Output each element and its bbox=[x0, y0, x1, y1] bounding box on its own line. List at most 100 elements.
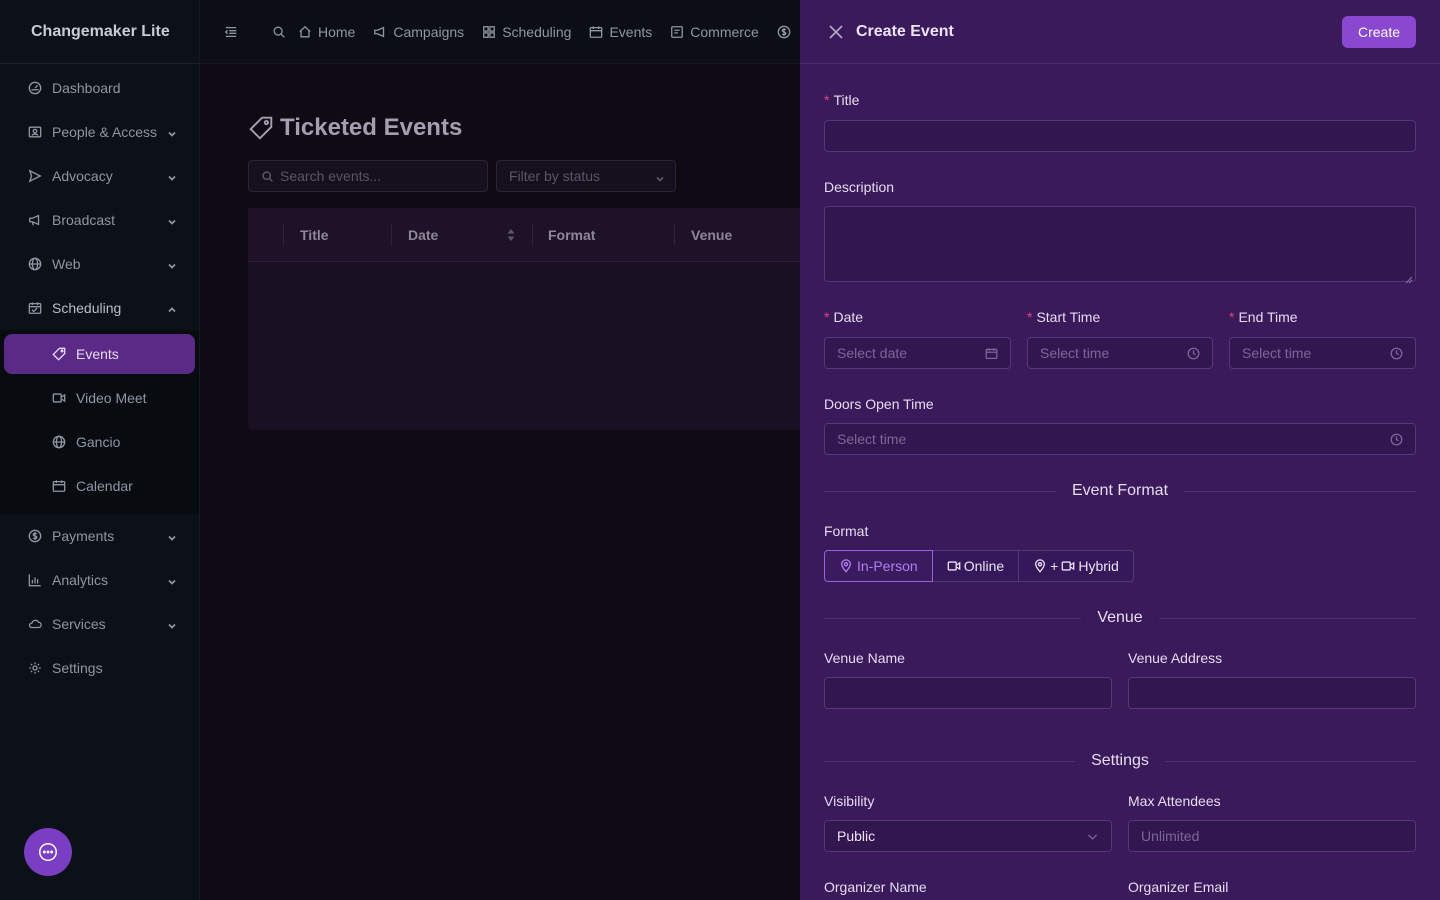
search-icon bbox=[262, 170, 273, 182]
search-button[interactable] bbox=[272, 25, 286, 39]
sidebar-item-label: Advocacy bbox=[52, 168, 113, 184]
topnav-label: Campaigns bbox=[393, 23, 465, 40]
sidebar-item-services[interactable]: Services bbox=[0, 602, 199, 646]
sidebar-item-events[interactable]: Events bbox=[4, 334, 195, 374]
topnav-label: Home bbox=[318, 23, 356, 40]
divider-line bbox=[824, 490, 1056, 492]
video-icon bbox=[52, 391, 66, 405]
topnav-payments[interactable] bbox=[777, 25, 791, 39]
menu-fold-icon bbox=[224, 26, 237, 37]
close-button[interactable] bbox=[828, 24, 844, 40]
sidebar-item-label: Analytics bbox=[52, 572, 109, 588]
description-label: Description bbox=[824, 179, 895, 195]
topnav-events[interactable]: Events bbox=[589, 24, 652, 40]
max-attendees-input[interactable]: Unlimited bbox=[1128, 820, 1416, 852]
column-header-format[interactable]: Format bbox=[548, 227, 595, 243]
doors-open-label: Doors Open Time bbox=[824, 396, 934, 412]
start-time-picker[interactable]: Select time bbox=[1027, 337, 1213, 369]
description-textarea[interactable] bbox=[824, 206, 1416, 284]
sidebar-item-video-meet[interactable]: Video Meet bbox=[0, 376, 199, 420]
sidebar-item-label: Video Meet bbox=[76, 390, 147, 406]
resize-handle-icon[interactable] bbox=[1405, 271, 1413, 284]
search-input[interactable]: Search events... bbox=[248, 160, 488, 192]
home-icon bbox=[299, 25, 311, 37]
date-picker[interactable]: Select date bbox=[824, 337, 1011, 369]
create-event-drawer: Create Event Create * Title Description *… bbox=[800, 0, 1440, 900]
video-icon bbox=[1062, 561, 1075, 571]
format-option-hybrid[interactable]: + Hybrid bbox=[1018, 550, 1134, 582]
venue-name-input[interactable] bbox=[824, 677, 1112, 709]
sidebar-item-gancio[interactable]: Gancio bbox=[0, 420, 199, 464]
topnav-campaigns[interactable]: Campaigns bbox=[373, 24, 464, 40]
venue-name-text-input[interactable] bbox=[837, 685, 1111, 701]
divider-line bbox=[824, 617, 1082, 619]
max-attendees-placeholder: Unlimited bbox=[1141, 828, 1200, 844]
bar-chart-icon bbox=[28, 573, 42, 587]
chat-button[interactable] bbox=[24, 828, 72, 876]
sidebar-item-label: Web bbox=[52, 256, 81, 272]
format-option-online[interactable]: Online bbox=[931, 550, 1020, 582]
sidebar-item-analytics[interactable]: Analytics bbox=[0, 558, 199, 602]
send-icon bbox=[28, 169, 42, 183]
title-input[interactable] bbox=[824, 120, 1416, 152]
column-header-date[interactable]: Date bbox=[408, 227, 438, 243]
visibility-select[interactable]: Public bbox=[824, 820, 1112, 852]
sidebar-item-payments[interactable]: Payments bbox=[0, 514, 199, 558]
location-pin-icon bbox=[840, 559, 852, 573]
end-time-placeholder: Select time bbox=[1242, 345, 1312, 361]
topnav-label: Scheduling bbox=[502, 23, 572, 40]
clock-icon bbox=[1390, 347, 1403, 363]
organizer-name-label: Organizer Name bbox=[824, 879, 927, 895]
chevron-down-icon bbox=[167, 170, 177, 181]
globe-icon bbox=[28, 257, 42, 271]
venue-address-text-input[interactable] bbox=[1141, 685, 1415, 701]
format-segmented-control: In-Person Online + Hybrid bbox=[824, 550, 1134, 582]
megaphone-icon bbox=[374, 26, 385, 37]
table-header: Title Date Format Venue bbox=[248, 208, 808, 262]
sidebar: Changemaker Lite Dashboard People & Acce… bbox=[0, 0, 200, 900]
shop-icon bbox=[671, 25, 684, 38]
topnav-scheduling[interactable]: Scheduling bbox=[482, 24, 571, 40]
create-button[interactable]: Create bbox=[1341, 16, 1416, 48]
format-option-in-person[interactable]: In-Person bbox=[824, 550, 933, 582]
sidebar-item-scheduling[interactable]: Scheduling bbox=[0, 286, 199, 330]
topnav-home[interactable]: Home bbox=[298, 24, 355, 40]
page-title-text: Ticketed Events bbox=[280, 114, 463, 141]
column-header-title[interactable]: Title bbox=[300, 227, 329, 243]
sidebar-item-web[interactable]: Web bbox=[0, 242, 199, 286]
max-attendees-label: Max Attendees bbox=[1128, 793, 1221, 809]
sidebar-item-settings[interactable]: Settings bbox=[0, 646, 199, 690]
main-content: Ticketed Events Search events... Filter … bbox=[200, 64, 808, 900]
sidebar-item-label: Payments bbox=[52, 528, 115, 544]
doors-open-time-picker[interactable]: Select time bbox=[824, 423, 1416, 455]
plus-sign: + bbox=[1050, 558, 1059, 574]
sidebar-item-dashboard[interactable]: Dashboard bbox=[0, 66, 199, 110]
calendar-icon bbox=[590, 25, 603, 38]
start-time-label-text: Start Time bbox=[1036, 309, 1101, 325]
divider-line bbox=[824, 760, 1076, 762]
end-time-picker[interactable]: Select time bbox=[1229, 337, 1416, 369]
organizer-email-label: Organizer Email bbox=[1128, 879, 1229, 895]
section-divider-venue: Venue bbox=[824, 608, 1417, 628]
title-text-input[interactable] bbox=[837, 128, 1415, 144]
menu-toggle-button[interactable] bbox=[224, 25, 238, 39]
sidebar-item-broadcast[interactable]: Broadcast bbox=[0, 198, 199, 242]
calendar-icon bbox=[52, 479, 66, 493]
date-label-text: Date bbox=[833, 309, 864, 325]
chevron-down-icon bbox=[167, 574, 177, 585]
venue-address-input[interactable] bbox=[1128, 677, 1416, 709]
sort-icon[interactable] bbox=[506, 228, 516, 247]
format-label: Format bbox=[824, 523, 869, 539]
sidebar-item-people-access[interactable]: People & Access bbox=[0, 110, 199, 154]
sidebar-item-calendar[interactable]: Calendar bbox=[0, 464, 199, 508]
brand-logo[interactable]: Changemaker Lite bbox=[0, 0, 199, 64]
chevron-down-icon bbox=[167, 530, 177, 541]
column-header-venue[interactable]: Venue bbox=[691, 227, 732, 243]
visibility-label: Visibility bbox=[824, 793, 875, 809]
chevron-down-icon bbox=[167, 618, 177, 629]
sidebar-item-advocacy[interactable]: Advocacy bbox=[0, 154, 199, 198]
topnav-commerce[interactable]: Commerce bbox=[670, 24, 759, 40]
sidebar-item-label: Gancio bbox=[76, 434, 121, 450]
format-option-label: Online bbox=[963, 558, 1005, 574]
status-filter-select[interactable]: Filter by status bbox=[496, 160, 676, 192]
